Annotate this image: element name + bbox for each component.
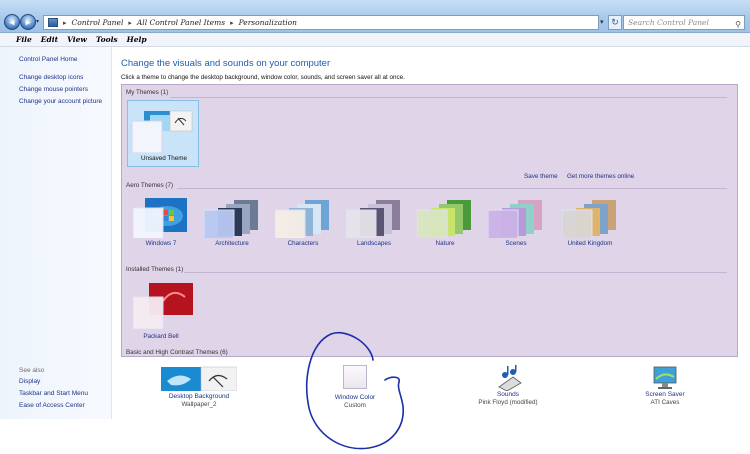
search-icon[interactable]: ⚲ <box>735 18 741 31</box>
breadcrumb-control-panel[interactable]: Control Panel <box>72 18 124 27</box>
back-button[interactable]: ◂ <box>4 14 20 30</box>
breadcrumb-separator[interactable]: ▸ <box>230 19 234 27</box>
architecture-thumbnail <box>204 200 258 238</box>
unsaved-theme-label: Unsaved Theme <box>140 155 188 162</box>
control-panel-icon <box>48 18 58 27</box>
window-color-item[interactable]: Window Color Custom <box>324 365 386 409</box>
screen-saver-value: ATI Caves <box>650 399 680 406</box>
desktop-background-value: Wallpaper_2 <box>181 401 217 408</box>
menu-tools[interactable]: Tools <box>96 35 118 44</box>
menu-bar: File Edit View Tools Help <box>0 33 750 47</box>
desktop-background-item[interactable]: Desktop Background Wallpaper_2 <box>161 365 238 408</box>
architecture-label: Architecture <box>215 240 249 247</box>
change-mouse-pointers-link[interactable]: Change mouse pointers <box>19 86 88 93</box>
left-nav-pane: Control Panel Home Change desktop icons … <box>0 47 112 419</box>
save-theme-link[interactable]: Save theme <box>524 173 558 180</box>
windows-7-thumbnail <box>133 198 187 238</box>
sounds-icon <box>498 365 522 391</box>
recent-pages-dropdown-icon[interactable]: ▾ <box>36 18 39 25</box>
search-placeholder: Search Control Panel <box>628 18 709 27</box>
address-dropdown-icon[interactable]: ▾ <box>600 18 604 26</box>
packard-bell-label: Packard Bell <box>143 333 179 340</box>
see-also-heading: See also <box>19 367 45 374</box>
aero-themes-heading: Aero Themes (7) <box>126 182 174 189</box>
installed-themes-heading: Installed Themes (1) <box>126 266 184 273</box>
packard-bell-thumbnail <box>133 283 193 329</box>
landscapes-thumbnail <box>346 200 400 238</box>
change-desktop-icons-link[interactable]: Change desktop icons <box>19 74 83 81</box>
screen-saver-title[interactable]: Screen Saver <box>634 391 696 398</box>
landscapes-label: Landscapes <box>357 240 391 247</box>
change-account-picture-link[interactable]: Change your account picture <box>19 98 102 105</box>
divider <box>184 272 727 273</box>
menu-view[interactable]: View <box>67 35 87 44</box>
menu-help[interactable]: Help <box>127 35 147 44</box>
window-color-swatch <box>343 365 367 389</box>
address-bar[interactable]: ▸ Control Panel ▸ All Control Panel Item… <box>43 15 599 30</box>
sounds-item[interactable]: Sounds Pink Floyd (modified) <box>477 365 539 406</box>
breadcrumb-all-items[interactable]: All Control Panel Items <box>137 18 225 27</box>
ease-of-access-link[interactable]: Ease of Access Center <box>19 402 85 409</box>
page-subtitle: Click a theme to change the desktop back… <box>121 74 405 81</box>
scenes-label: Scenes <box>505 240 527 247</box>
windows-7-label: Windows 7 <box>145 240 177 247</box>
nature-label: Nature <box>435 240 455 247</box>
divider <box>170 97 727 98</box>
search-input[interactable]: Search Control Panel ⚲ <box>623 15 745 30</box>
basic-high-contrast-heading: Basic and High Contrast Themes (6) <box>126 349 228 356</box>
desktop-background-icon <box>161 366 238 392</box>
refresh-icon[interactable]: ↻ <box>608 15 622 30</box>
my-themes-heading: My Themes (1) <box>126 89 169 96</box>
display-link[interactable]: Display <box>19 378 40 385</box>
screen-saver-item[interactable]: Screen Saver ATI Caves <box>634 365 696 406</box>
breadcrumb-separator[interactable]: ▸ <box>128 19 132 27</box>
united-kingdom-label: United Kingdom <box>567 240 613 247</box>
menu-edit[interactable]: Edit <box>41 35 58 44</box>
control-panel-home-link[interactable]: Control Panel Home <box>19 56 78 63</box>
scenes-thumbnail <box>488 200 542 238</box>
themes-list[interactable]: My Themes (1) Unsaved Theme Save theme G… <box>121 84 738 357</box>
characters-label: Characters <box>287 240 319 247</box>
title-bar: ◂ ▸ ▾ ▸ Control Panel ▸ All Control Pane… <box>0 0 750 33</box>
breadcrumb-personalization[interactable]: Personalization <box>239 18 297 27</box>
sounds-title[interactable]: Sounds <box>477 391 539 398</box>
screen-saver-icon <box>653 366 677 389</box>
breadcrumb-separator[interactable]: ▸ <box>63 19 67 27</box>
divider <box>177 188 727 189</box>
page-title: Change the visuals and sounds on your co… <box>121 58 331 69</box>
unsaved-theme-tile[interactable]: Unsaved Theme <box>127 100 199 167</box>
get-more-themes-link[interactable]: Get more themes online <box>567 173 634 180</box>
forward-button[interactable]: ▸ <box>20 14 36 30</box>
window-color-value: Custom <box>344 402 366 409</box>
taskbar-start-menu-link[interactable]: Taskbar and Start Menu <box>19 390 88 397</box>
unsaved-theme-preview <box>131 110 193 153</box>
window-color-title[interactable]: Window Color <box>324 394 386 401</box>
united-kingdom-thumbnail <box>562 200 616 238</box>
menu-file[interactable]: File <box>16 35 32 44</box>
nature-thumbnail <box>417 200 471 238</box>
characters-thumbnail <box>275 200 329 238</box>
desktop-background-title[interactable]: Desktop Background <box>161 393 237 400</box>
sounds-value: Pink Floyd (modified) <box>478 399 538 406</box>
